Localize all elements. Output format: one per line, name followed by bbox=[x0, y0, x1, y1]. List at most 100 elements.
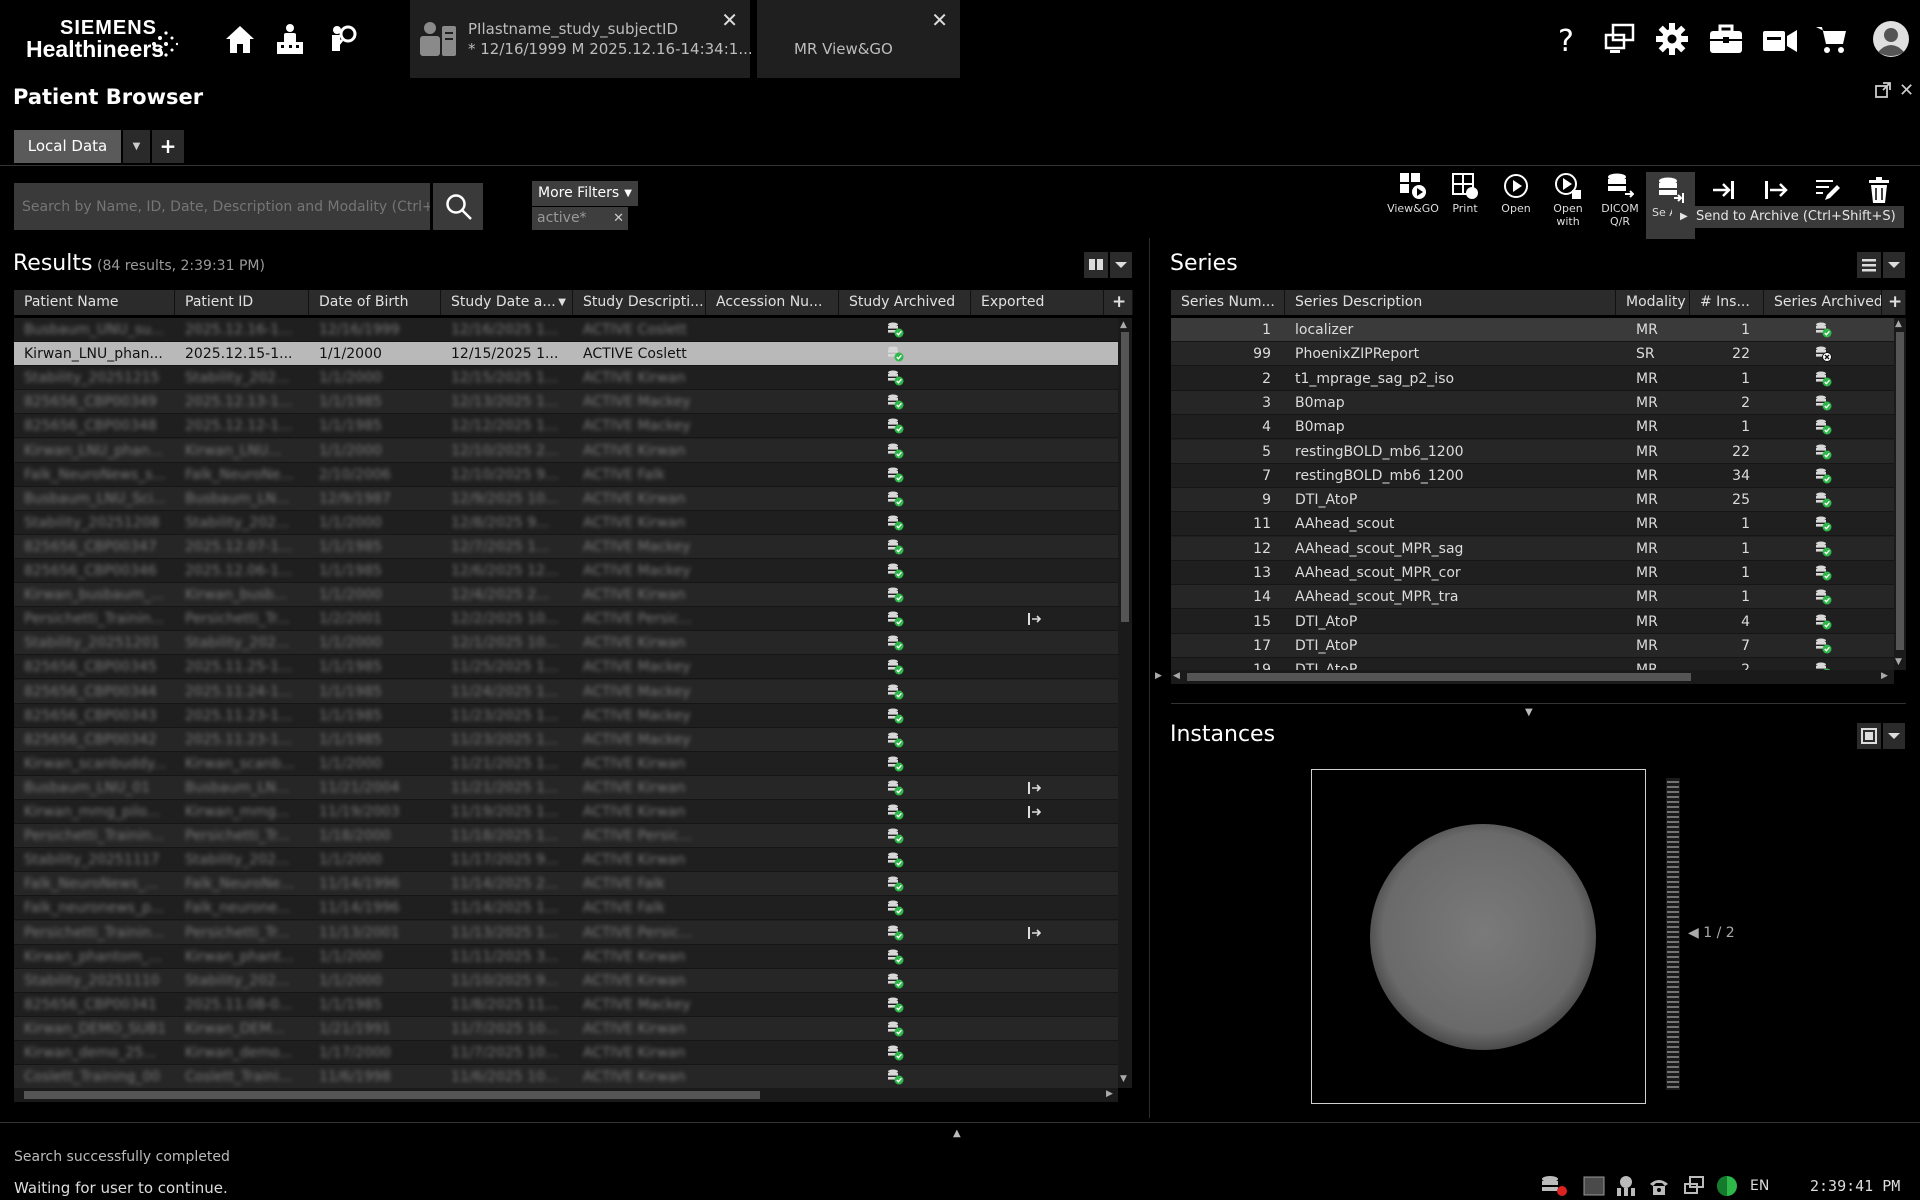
scroll-thumb[interactable] bbox=[1121, 332, 1129, 622]
table-row[interactable]: 825656_CBP00346 2025.12.06-1... 1/1/1985 12… bbox=[14, 559, 1118, 583]
splitter[interactable] bbox=[1149, 238, 1150, 1118]
series-hscrollbar[interactable]: ◀ ▶ bbox=[1171, 670, 1894, 684]
table-row[interactable]: Stability_20251117 Stability_202... 1/1/20… bbox=[14, 848, 1118, 873]
home-icon[interactable] bbox=[223, 22, 257, 56]
table-row[interactable]: Busbaum_UNU_su... 2025.12.16-1... 12/16/19… bbox=[14, 318, 1118, 342]
tab-local-data[interactable]: Local Data bbox=[14, 130, 121, 163]
table-row[interactable]: 99 PhoenixZIPReport SR 22 bbox=[1171, 342, 1894, 367]
scroll-up-icon[interactable]: ▲ bbox=[1895, 319, 1902, 329]
scroll-right-icon[interactable]: ▶ bbox=[1881, 671, 1888, 681]
table-row[interactable]: Coslett_Training_00 Coslett_Traini... 11/6… bbox=[14, 1065, 1118, 1088]
trash-icon[interactable] bbox=[1865, 176, 1893, 204]
export-icon[interactable] bbox=[1761, 176, 1789, 204]
expand-left-icon[interactable]: ▶ bbox=[1155, 671, 1162, 681]
search-button[interactable] bbox=[433, 183, 483, 230]
col-series-archived[interactable]: Series Archived bbox=[1764, 290, 1882, 315]
dicom-qr-button[interactable]: DICOM Q/R bbox=[1594, 172, 1646, 228]
col-date-of-birth[interactable]: Date of Birth bbox=[309, 290, 441, 315]
table-row[interactable]: Kirwan_busbaum_... Kirwan_busb... 1/1/2000… bbox=[14, 583, 1118, 608]
phone-icon[interactable] bbox=[1648, 1176, 1670, 1196]
patient-registration-icon[interactable] bbox=[273, 22, 307, 56]
edit-icon[interactable] bbox=[1813, 176, 1841, 204]
table-row[interactable]: Kirwan_LNU_phan... Kirwan_LNU... 1/1/2000 1… bbox=[14, 438, 1118, 463]
results-hscrollbar[interactable]: ▶ bbox=[14, 1088, 1118, 1102]
table-row[interactable]: 12 AAhead_scout_MPR_sag MR 1 bbox=[1171, 536, 1894, 561]
table-row[interactable]: Busbaum_LNU_01 Busbaum_LN... 11/21/2004 11/… bbox=[14, 775, 1118, 800]
table-row[interactable]: 825656_CBP00345 2025.11.25-1... 1/1/1985 11… bbox=[14, 655, 1118, 680]
help-icon[interactable]: ? bbox=[1551, 24, 1581, 56]
remote-service-icon[interactable] bbox=[1603, 22, 1637, 56]
add-column-icon[interactable]: + bbox=[1104, 290, 1133, 315]
table-row[interactable]: Kirwan_DEMO_SUB1 Kirwan_DEM... 1/21/1991 11… bbox=[14, 1016, 1118, 1041]
display-status-icon[interactable] bbox=[1583, 1176, 1605, 1196]
table-row[interactable]: Kirwan_scanbuddy... Kirwan_scanb... 1/1/20… bbox=[14, 751, 1118, 776]
col-instances[interactable]: # Ins... bbox=[1690, 290, 1764, 315]
import-icon[interactable] bbox=[1710, 176, 1738, 204]
remote-connection-icon[interactable] bbox=[1683, 1175, 1705, 1197]
table-row[interactable]: Persichetti_Trainin... Persichetti_Tr... 1… bbox=[14, 920, 1118, 945]
col-patient-id[interactable]: Patient ID bbox=[175, 290, 309, 315]
col-study-date[interactable]: Study Date a... ▼ bbox=[441, 290, 573, 315]
table-row[interactable]: 2 t1_mprage_sag_p2_iso MR 1 bbox=[1171, 366, 1894, 391]
close-panel-icon[interactable]: ✕ bbox=[1899, 80, 1914, 101]
table-row[interactable]: Stability_20251201 Stability_202... 1/1/20… bbox=[14, 631, 1118, 656]
open-button[interactable]: Open bbox=[1490, 172, 1542, 215]
queue-status-icon[interactable] bbox=[1540, 1175, 1568, 1197]
instance-slice-ruler[interactable] bbox=[1664, 778, 1682, 1090]
network-status-icon[interactable] bbox=[1614, 1174, 1638, 1198]
table-row[interactable]: 14 AAhead_scout_MPR_tra MR 1 bbox=[1171, 585, 1894, 610]
cart-icon[interactable] bbox=[1814, 22, 1848, 56]
collapse-splitter-icon[interactable]: ▼ bbox=[1525, 707, 1533, 718]
table-row[interactable]: 825656_CBP00343 2025.11.23-1... 1/1/1985 11… bbox=[14, 703, 1118, 728]
viewgo-button[interactable]: View&GO bbox=[1387, 172, 1439, 215]
table-row[interactable]: Falk_neuronews_p... Falk_neurone... 11/14/… bbox=[14, 896, 1118, 921]
table-row[interactable]: Persichetti_Trainin... Persichetti_Tr... 1… bbox=[14, 824, 1118, 849]
scroll-right-icon[interactable]: ▶ bbox=[1106, 1089, 1113, 1099]
expand-status-icon[interactable]: ▲ bbox=[953, 1128, 961, 1139]
col-modality[interactable]: Modality bbox=[1616, 290, 1690, 315]
table-row[interactable]: Stability_20251110 Stability_202... 1/1/20… bbox=[14, 968, 1118, 993]
instances-view-options-icon[interactable] bbox=[1857, 723, 1905, 749]
add-tab-icon[interactable]: + bbox=[152, 130, 184, 163]
table-row[interactable]: 11 AAhead_scout MR 1 bbox=[1171, 512, 1894, 537]
table-row[interactable]: 825656_CBP00342 2025.11.23-1... 1/1/1985 11… bbox=[14, 727, 1118, 752]
undock-icon[interactable] bbox=[1875, 82, 1891, 98]
col-series-description[interactable]: Series Description bbox=[1285, 290, 1616, 315]
scroll-down-icon[interactable]: ▼ bbox=[1895, 657, 1902, 667]
close-tab-icon[interactable]: ✕ bbox=[931, 8, 948, 32]
table-row[interactable]: Kirwan_phantom_... Kirwan_phant... 1/1/200… bbox=[14, 944, 1118, 969]
table-row[interactable]: 9 DTI_AtoP MR 25 bbox=[1171, 488, 1894, 513]
tab-patient-study[interactable]: PIlastname_study_subjectID * 12/16/1999 … bbox=[410, 0, 753, 78]
open-with-button[interactable]: Open with bbox=[1542, 172, 1594, 228]
system-status-icon[interactable] bbox=[1716, 1175, 1738, 1197]
filter-chip-active[interactable]: active* ✕ bbox=[532, 207, 628, 230]
table-row[interactable]: 4 B0map MR 1 bbox=[1171, 415, 1894, 440]
table-row[interactable]: Persichetti_Trainin... Persichetti_Tr... 1… bbox=[14, 607, 1118, 632]
settings-gear-icon[interactable] bbox=[1655, 22, 1689, 56]
col-series-number[interactable]: Series Num... bbox=[1171, 290, 1285, 315]
table-row[interactable]: 19DTI_AtoP MR2 bbox=[1171, 658, 1894, 670]
scroll-thumb[interactable] bbox=[1896, 332, 1904, 650]
table-row[interactable]: 825656_CBP00344 2025.11.24-1... 1/1/1985 11… bbox=[14, 679, 1118, 704]
table-row[interactable]: 1 localizer MR 1 bbox=[1171, 318, 1894, 342]
table-row[interactable]: Kirwan_demo_25... Kirwan_demo... 1/17/2000… bbox=[14, 1041, 1118, 1065]
scroll-thumb[interactable] bbox=[1187, 673, 1691, 681]
table-row[interactable]: 825656_CBP00347 2025.12.07-1... 1/1/1985 12… bbox=[14, 534, 1118, 559]
scroll-thumb[interactable] bbox=[24, 1091, 760, 1099]
scroll-down-icon[interactable]: ▼ bbox=[1120, 1074, 1127, 1084]
col-study-description[interactable]: Study Descripti... bbox=[573, 290, 706, 315]
series-view-options-icon[interactable] bbox=[1857, 252, 1905, 278]
table-row[interactable]: 5 restingBOLD_mb6_1200 MR 22 bbox=[1171, 439, 1894, 464]
table-row[interactable]: Busbaum_LNU_Sci... Busbaum_LN... 12/9/1987… bbox=[14, 486, 1118, 511]
table-row[interactable]: Falk_NeuroNews_... Falk_NeuroNe... 11/14/1… bbox=[14, 872, 1118, 897]
table-row[interactable]: Stability_20251215 Stability_202... 1/1/20… bbox=[14, 366, 1118, 391]
table-row[interactable]: 17 DTI_AtoP MR 7 bbox=[1171, 633, 1894, 658]
patient-search-icon[interactable] bbox=[328, 22, 362, 56]
table-row[interactable]: 13 AAhead_scout_MPR_cor MR 1 bbox=[1171, 561, 1894, 585]
table-row[interactable]: 3 B0map MR 2 bbox=[1171, 390, 1894, 415]
add-column-icon[interactable]: + bbox=[1882, 290, 1906, 315]
remove-filter-icon[interactable]: ✕ bbox=[613, 207, 624, 230]
table-row[interactable]: Kirwan_LNU_phan... 2025.12.15-1... 1/1/200… bbox=[14, 342, 1118, 367]
chevron-down-icon[interactable]: ▼ bbox=[123, 130, 150, 163]
col-patient-name[interactable]: Patient Name bbox=[14, 290, 175, 315]
